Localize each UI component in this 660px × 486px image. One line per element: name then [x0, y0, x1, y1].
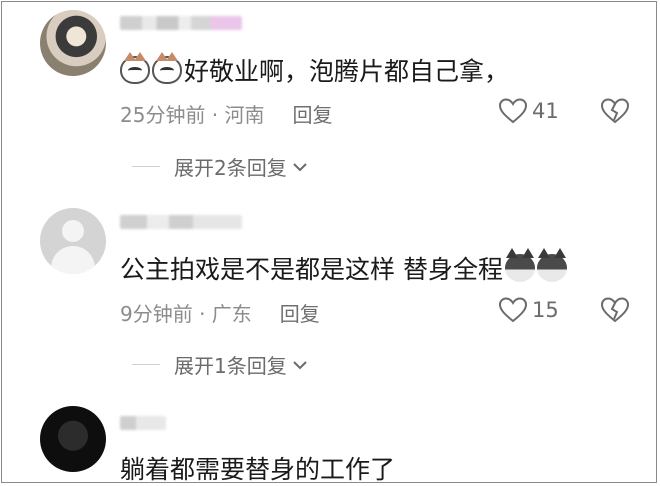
comment-time: 9分钟前 · 广东	[120, 302, 252, 326]
expand-replies[interactable]: 展开1条回复	[132, 350, 307, 379]
comment-body: 躺着都需要替身的工作了	[120, 455, 396, 483]
reply-button[interactable]: 回复	[293, 99, 333, 128]
username-blurred[interactable]	[120, 215, 242, 229]
dog-icon	[504, 248, 535, 282]
broken-heart-icon[interactable]	[600, 98, 630, 124]
chevron-down-icon	[293, 162, 307, 171]
like-count: 41	[532, 99, 559, 123]
expand-label: 展开1条回复	[174, 354, 287, 378]
like-button[interactable]: 41	[498, 98, 559, 124]
comment-meta: 25分钟前 · 河南 回复	[120, 99, 333, 128]
comment-meta: 9分钟前 · 广东 回复	[120, 298, 320, 327]
dog-icon	[536, 248, 567, 282]
comment-list: 好敬业啊，泡腾片都自己拿， 25分钟前 · 河南 回复 41 展开2条回复 公主…	[1, 1, 657, 483]
avatar[interactable]	[40, 406, 106, 472]
cat-icon	[152, 52, 182, 84]
divider-line	[132, 166, 160, 167]
comment-body: 好敬业啊，泡腾片都自己拿，	[184, 57, 510, 86]
username-blurred[interactable]	[120, 416, 166, 430]
avatar[interactable]	[40, 208, 106, 274]
broken-heart-icon[interactable]	[600, 297, 630, 323]
comment-text: 好敬业啊，泡腾片都自己拿，	[120, 52, 509, 88]
comment-text: 公主拍戏是不是都是这样 替身全程	[120, 248, 569, 286]
heart-icon	[498, 297, 528, 323]
username-blurred[interactable]	[120, 16, 242, 30]
heart-icon	[498, 98, 528, 124]
reply-button[interactable]: 回复	[280, 298, 320, 327]
expand-replies[interactable]: 展开2条回复	[132, 152, 307, 181]
like-button[interactable]: 15	[498, 297, 559, 323]
like-count: 15	[532, 298, 559, 322]
cat-icon	[120, 52, 150, 84]
comment-time: 25分钟前 · 河南	[120, 103, 265, 127]
comment-text: 躺着都需要替身的工作了	[120, 450, 396, 483]
expand-label: 展开2条回复	[174, 156, 287, 180]
avatar[interactable]	[40, 10, 106, 76]
chevron-down-icon	[293, 360, 307, 369]
comment-body: 公主拍戏是不是都是这样 替身全程	[120, 255, 503, 284]
divider-line	[132, 364, 160, 365]
